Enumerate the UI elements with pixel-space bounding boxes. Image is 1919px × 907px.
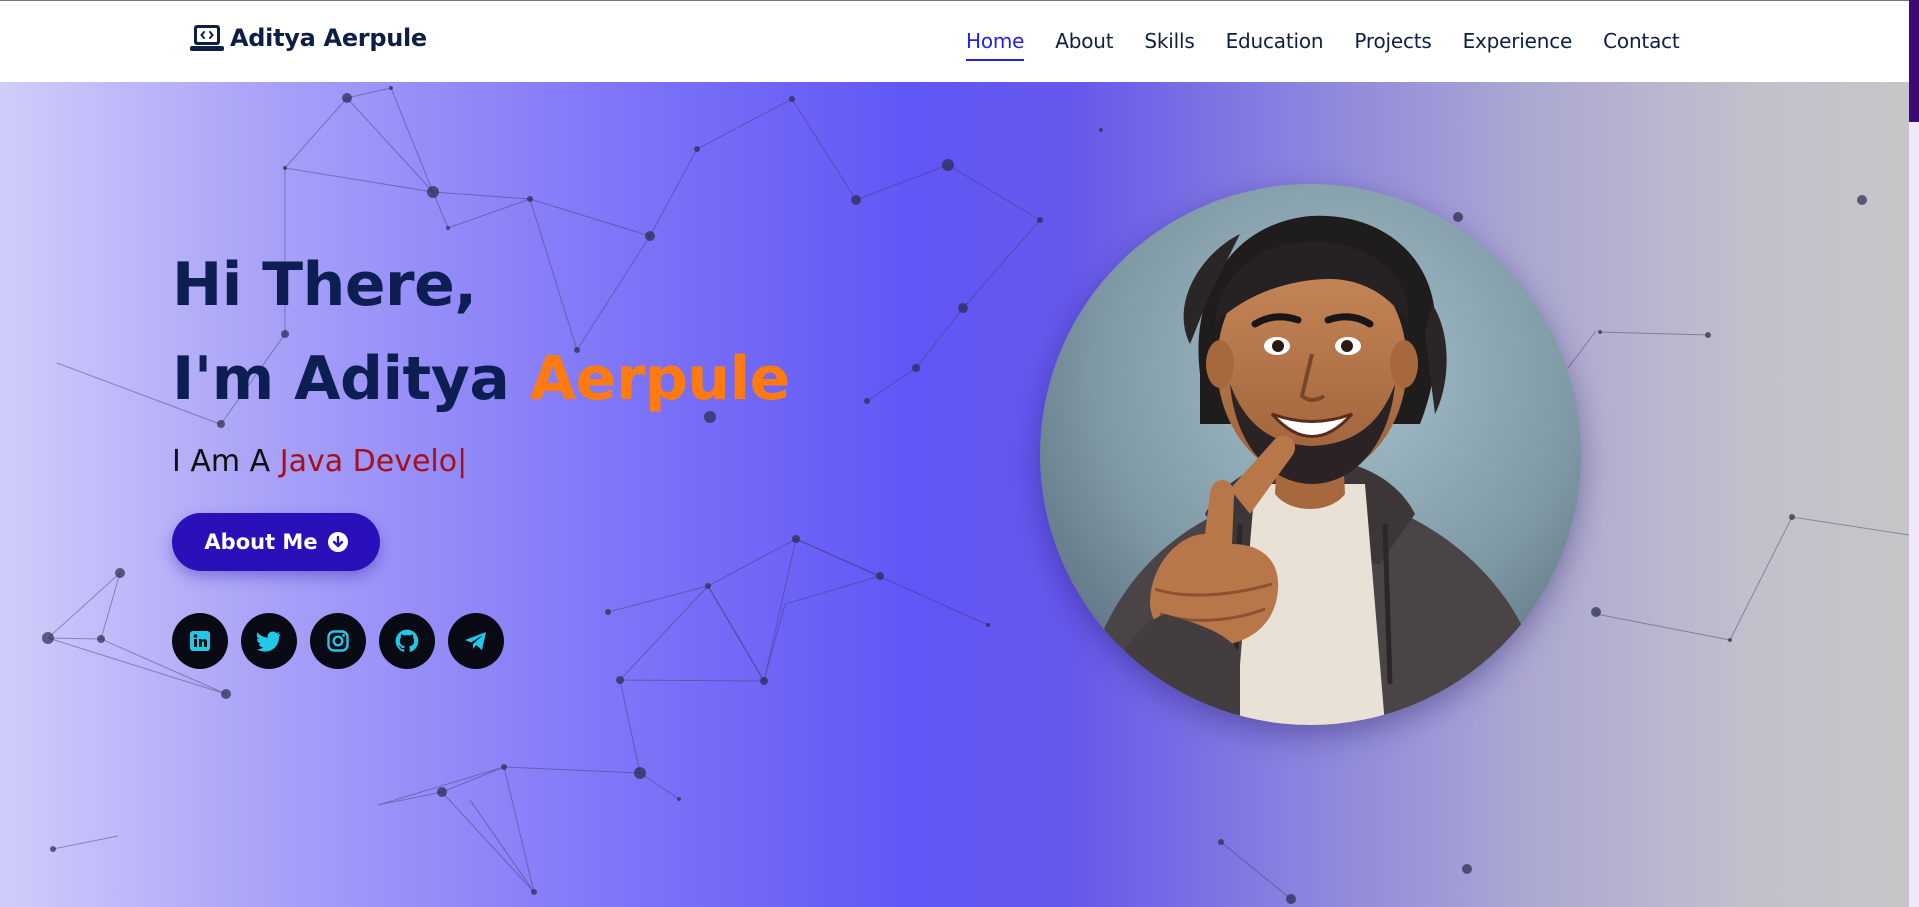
twitter-icon xyxy=(256,629,282,653)
telegram-link[interactable] xyxy=(448,613,504,669)
nav-contact[interactable]: Contact xyxy=(1603,29,1680,61)
role-typed-text: Java Develo xyxy=(279,444,458,479)
github-link[interactable] xyxy=(379,613,435,669)
nav-about[interactable]: About xyxy=(1055,29,1113,61)
intro-highlight: Aerpule xyxy=(529,344,791,414)
laptop-code-icon xyxy=(190,23,224,53)
arrow-circle-down-icon xyxy=(327,532,348,552)
nav-skills[interactable]: Skills xyxy=(1144,29,1194,61)
typed-role: I Am A Java Develo| xyxy=(172,444,467,479)
social-links xyxy=(172,613,504,669)
scrollbar-thumb[interactable] xyxy=(1909,0,1919,122)
main-nav: Home About Skills Education Projects Exp… xyxy=(966,29,1680,61)
hero-greeting: Hi There, xyxy=(172,250,477,320)
intro-prefix: I'm Aditya xyxy=(172,344,530,414)
brand-logo[interactable]: Aditya Aerpule xyxy=(190,23,427,53)
linkedin-icon xyxy=(188,629,212,653)
brand-name: Aditya Aerpule xyxy=(230,24,427,52)
nav-home[interactable]: Home xyxy=(966,29,1024,61)
about-me-label: About Me xyxy=(204,530,318,554)
instagram-icon xyxy=(326,629,350,653)
nav-projects[interactable]: Projects xyxy=(1354,29,1431,61)
about-me-button[interactable]: About Me xyxy=(172,513,380,571)
page-scrollbar[interactable] xyxy=(1909,0,1919,907)
linkedin-link[interactable] xyxy=(172,613,228,669)
profile-avatar xyxy=(1040,184,1581,725)
role-prefix: I Am A xyxy=(172,444,280,479)
particle-network-background xyxy=(42,86,1909,904)
hero-section: Hi There, I'm Aditya Aerpule I Am A Java… xyxy=(0,82,1909,907)
github-icon xyxy=(394,628,420,654)
nav-education[interactable]: Education xyxy=(1226,29,1324,61)
telegram-icon xyxy=(463,629,489,653)
hero-intro: I'm Aditya Aerpule xyxy=(172,344,790,414)
typing-caret: | xyxy=(457,444,468,479)
twitter-link[interactable] xyxy=(241,613,297,669)
site-header: Aditya Aerpule Home About Skills Educati… xyxy=(0,0,1909,82)
nav-experience[interactable]: Experience xyxy=(1463,29,1573,61)
instagram-link[interactable] xyxy=(310,613,366,669)
